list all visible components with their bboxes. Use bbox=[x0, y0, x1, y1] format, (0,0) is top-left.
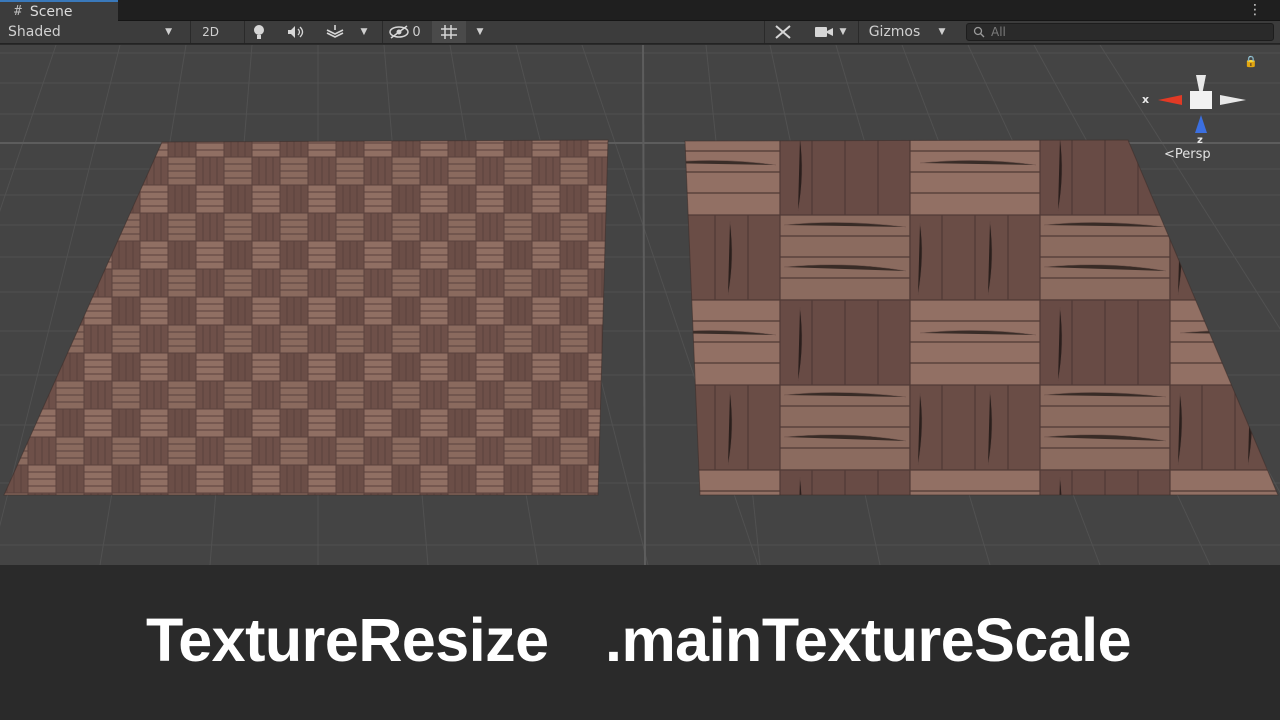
axis-x-label: x bbox=[1142, 93, 1150, 106]
chevron-down-icon: ▼ bbox=[165, 27, 172, 37]
audio-toggle[interactable] bbox=[282, 21, 310, 43]
hidden-count: 0 bbox=[412, 24, 421, 40]
effects-dropdown[interactable]: ▼ bbox=[352, 21, 376, 43]
caption-right-title: .mainTextureScale bbox=[605, 606, 1132, 674]
chevron-down-icon: ▼ bbox=[839, 27, 847, 37]
scene-hash-icon: # bbox=[14, 4, 22, 19]
tab-scene-label: Scene bbox=[29, 3, 73, 20]
effects-layers-icon bbox=[326, 25, 344, 38]
tools-toggle[interactable] bbox=[764, 21, 800, 43]
tools-cross-icon bbox=[774, 25, 791, 39]
effects-toggle[interactable] bbox=[318, 21, 352, 43]
camera-settings-dropdown[interactable]: ▼ bbox=[806, 21, 854, 43]
scene-toolbar: Shaded ▼ 2D ▼ 0 ▼ ▼ Gizmos ▼ All bbox=[0, 21, 1280, 44]
gizmos-button[interactable]: Gizmos bbox=[858, 21, 930, 43]
caption-left-title: TextureResize bbox=[146, 606, 549, 674]
kebab-menu-icon[interactable]: ⋮ bbox=[1248, 2, 1262, 18]
vertical-axis-line bbox=[642, 45, 646, 565]
chevron-left-icon: < bbox=[1164, 147, 1175, 162]
axis-z-label: z bbox=[1197, 135, 1203, 146]
light-bulb-icon bbox=[253, 25, 264, 39]
scene-search-field[interactable]: All bbox=[966, 23, 1274, 41]
tab-scene[interactable]: # Scene bbox=[0, 0, 118, 21]
chevron-down-icon: ▼ bbox=[938, 27, 946, 37]
window-tab-bar: # Scene ⋮ bbox=[0, 0, 1280, 21]
caption-banner: TextureResize .mainTextureScale bbox=[0, 565, 1280, 720]
camera-icon bbox=[814, 27, 833, 37]
plane-texture-resize bbox=[4, 140, 608, 495]
speaker-icon bbox=[288, 26, 304, 38]
lighting-toggle[interactable] bbox=[244, 21, 272, 43]
gizmos-dropdown[interactable]: ▼ bbox=[930, 21, 954, 43]
chevron-down-icon: ▼ bbox=[476, 27, 484, 37]
plane-main-texture-scale bbox=[685, 140, 1278, 495]
grid-toggle[interactable] bbox=[432, 21, 466, 43]
scene-visibility-toggle[interactable]: 0 bbox=[382, 21, 426, 43]
search-icon bbox=[973, 26, 985, 38]
scene-viewport[interactable]: 🔒 x z <Persp bbox=[0, 45, 1280, 565]
toggle-2d-button[interactable]: 2D bbox=[190, 21, 230, 43]
scene-render bbox=[0, 45, 1280, 565]
draw-mode-label: Shaded bbox=[8, 24, 61, 40]
projection-label: Persp bbox=[1174, 147, 1211, 162]
chevron-down-icon: ▼ bbox=[360, 27, 368, 37]
eye-hidden-icon bbox=[389, 25, 410, 39]
grid-dropdown[interactable]: ▼ bbox=[468, 21, 492, 43]
search-placeholder: All bbox=[991, 25, 1006, 39]
draw-mode-dropdown[interactable]: Shaded ▼ bbox=[0, 21, 180, 43]
projection-toggle[interactable]: <Persp bbox=[1164, 147, 1211, 162]
grid-icon bbox=[441, 25, 457, 39]
